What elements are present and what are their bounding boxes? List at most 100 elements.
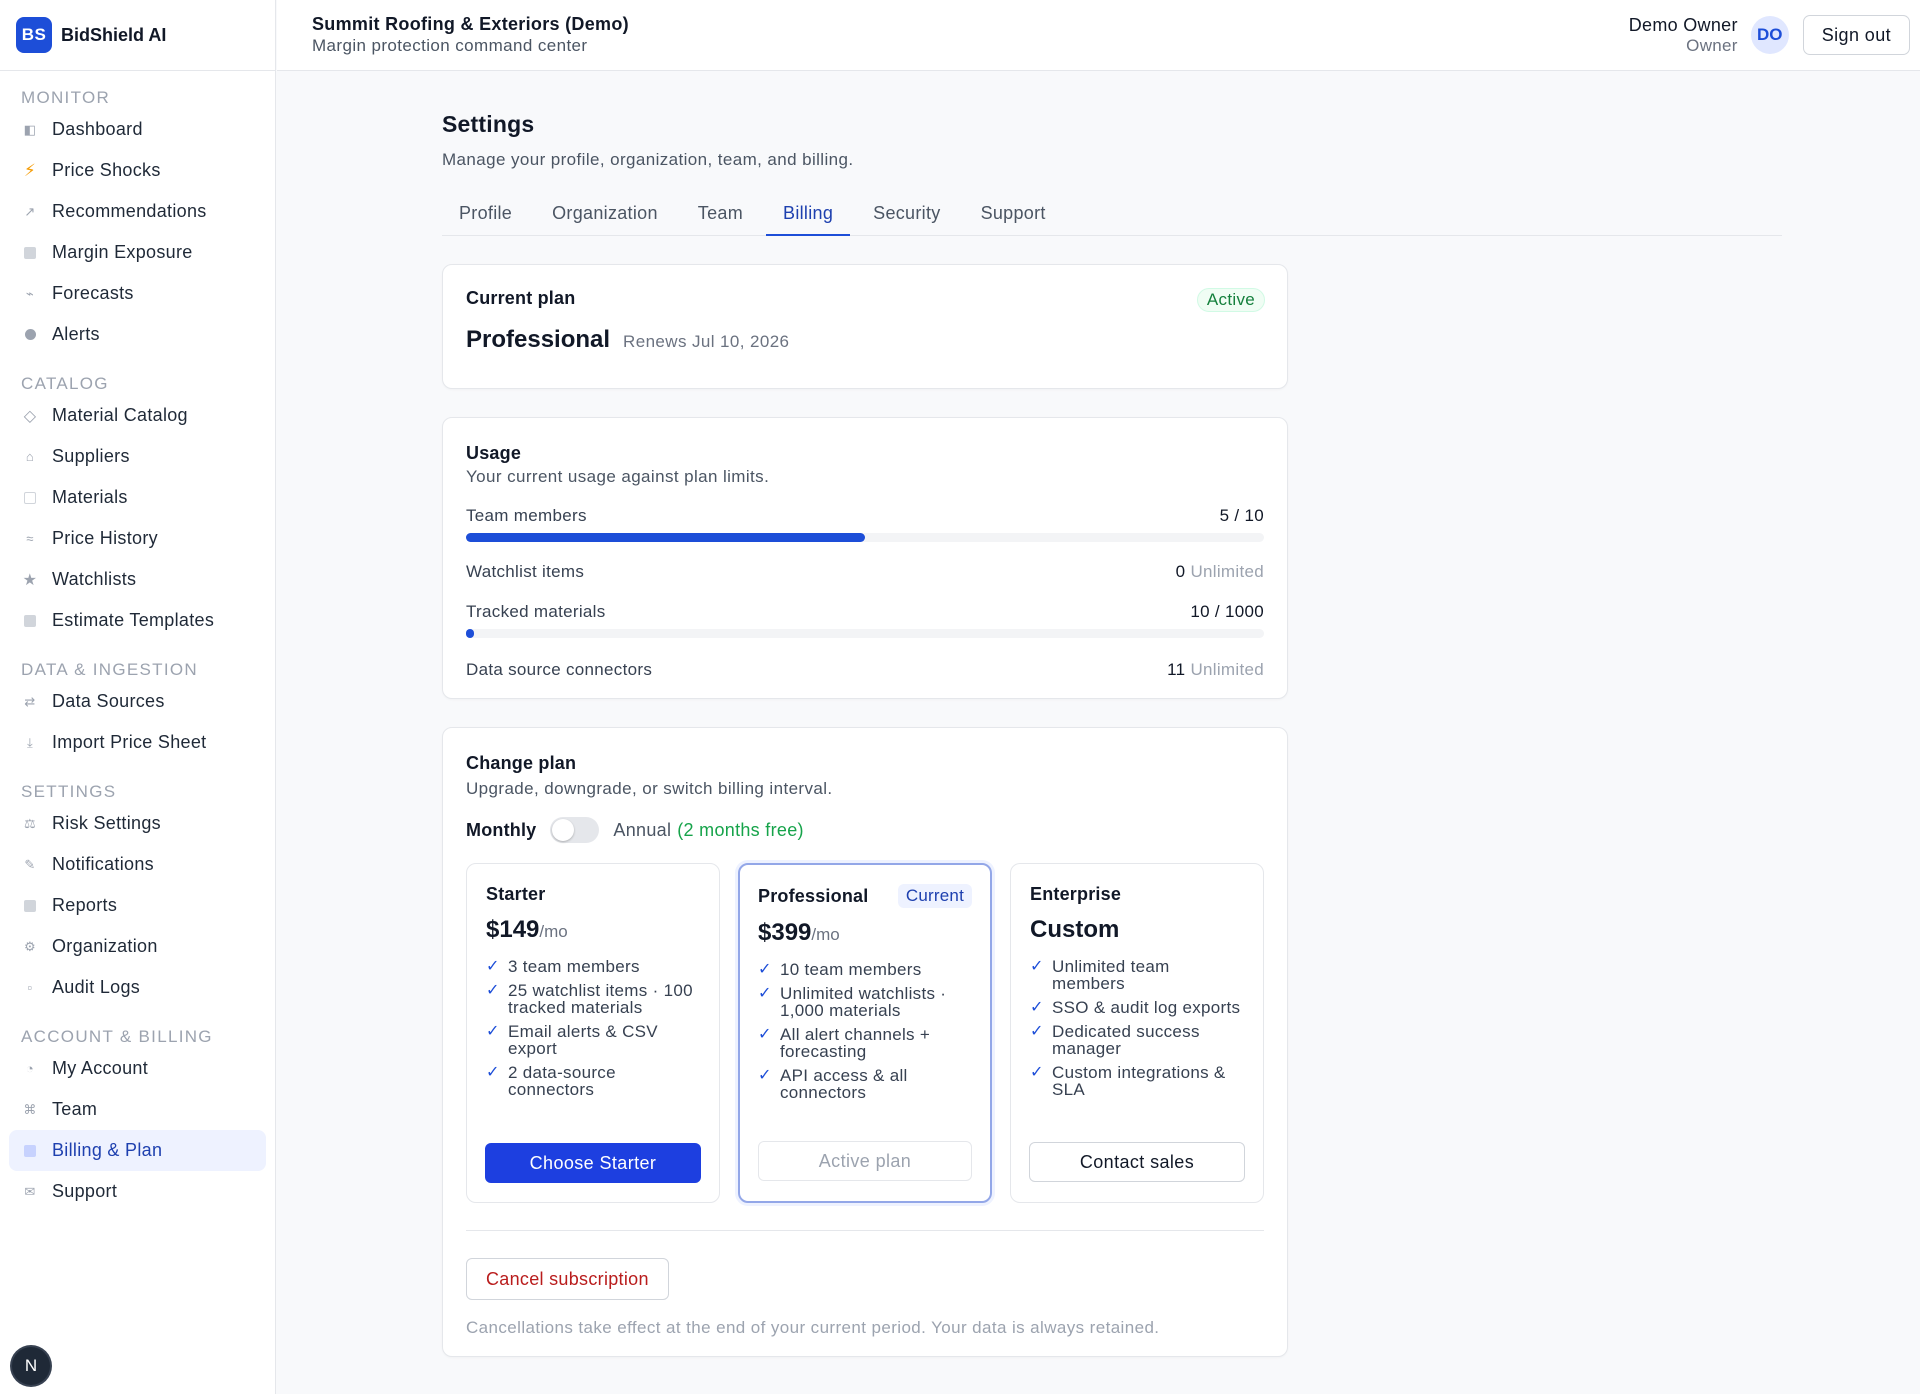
sidebar-item-organization[interactable]: ⚙ Organization	[9, 926, 266, 967]
plan-name: Professional	[466, 326, 611, 353]
sidebar-item-label: Organization	[52, 936, 158, 956]
trend-icon: ⌁	[25, 285, 35, 301]
tab-billing[interactable]: Billing	[766, 194, 851, 236]
sidebar-item-materials[interactable]: Materials	[9, 477, 266, 518]
billing-interval-toggle[interactable]	[550, 817, 600, 843]
pen-icon: ✎	[24, 856, 36, 872]
list-item: ✓ 3 team members	[486, 958, 700, 975]
sidebar-item-material-catalog[interactable]: ◇ Material Catalog	[9, 395, 266, 436]
feature-text: Email alerts & CSV export	[508, 1022, 658, 1058]
check-icon: ✓	[1030, 1023, 1044, 1040]
sidebar-item-suppliers[interactable]: ⌂ Suppliers	[9, 436, 266, 477]
avatar[interactable]: DO	[1750, 16, 1789, 54]
check-icon: ✓	[486, 982, 500, 999]
tab-security[interactable]: Security	[856, 194, 957, 236]
plan-price-period: /mo	[811, 925, 840, 944]
settings-tabs: Profile Organization Team Billing Securi…	[442, 194, 1782, 236]
contact-sales-button[interactable]: Contact sales	[1029, 1142, 1245, 1182]
sidebar-item-audit-logs[interactable]: ▫ Audit Logs	[9, 967, 266, 1008]
sidebar-item-alerts[interactable]: Alerts	[9, 314, 266, 355]
sidebar-item-reports[interactable]: Reports	[9, 885, 266, 926]
main-content: Settings Manage your profile, organizati…	[442, 71, 1782, 1357]
sidebar-item-price-history[interactable]: ≈ Price History	[9, 518, 266, 559]
sidebar-item-label: Recommendations	[52, 201, 207, 221]
sidebar-item-team[interactable]: ⌘ Team	[9, 1089, 266, 1130]
list-item: ✓ Custom integrations & SLA	[1030, 1064, 1244, 1098]
home-icon: ⌂	[25, 449, 35, 464]
plan-price-amount: $399	[758, 919, 812, 946]
sidebar-item-data-sources[interactable]: ⇄ Data Sources	[9, 681, 266, 722]
usage-value-group: 11 Unlimited	[1167, 660, 1264, 680]
list-item: ✓ Dedicated success manager	[1030, 1023, 1244, 1057]
divider	[466, 1230, 1264, 1231]
usage-label: Team members	[466, 506, 587, 525]
brand-name: BidShield AI	[61, 24, 167, 45]
sidebar-item-risk-settings[interactable]: ⚖ Risk Settings	[9, 803, 266, 844]
header-user-area: Demo Owner Owner DO Sign out	[1629, 15, 1910, 56]
sidebar-item-label: Watchlists	[52, 569, 137, 589]
brand[interactable]: BS BidShield AI	[0, 0, 275, 71]
tab-profile[interactable]: Profile	[442, 194, 529, 236]
change-plan-card: Change plan Upgrade, downgrade, or switc…	[442, 727, 1288, 1357]
dashboard-icon: ◧	[23, 121, 37, 137]
sidebar-item-price-shocks[interactable]: ⚡ Price Shocks	[9, 150, 266, 191]
annual-label: Annual	[613, 819, 672, 840]
tab-support[interactable]: Support	[964, 194, 1063, 236]
choose-starter-button[interactable]: Choose Starter	[485, 1143, 701, 1183]
sidebar-item-recommendations[interactable]: ↗ Recommendations	[9, 191, 266, 232]
cancel-note: Cancellations take effect at the end of …	[466, 1318, 1160, 1337]
sidebar-item-forecasts[interactable]: ⌁ Forecasts	[9, 273, 266, 314]
sidebar-item-label: Support	[52, 1181, 118, 1201]
sidebar-item-label: Audit Logs	[52, 977, 141, 997]
list-item: ✓ API access & all connectors	[758, 1067, 972, 1101]
plan-card-price: $149/mo	[486, 916, 700, 944]
download-icon: ⤓	[26, 734, 34, 750]
usage-value: 0	[1175, 562, 1186, 581]
sidebar-item-estimate-templates[interactable]: Estimate Templates	[9, 600, 266, 641]
brand-logo: BS	[16, 17, 52, 53]
check-icon: ✓	[1030, 958, 1044, 975]
change-plan-title: Change plan	[466, 753, 577, 773]
sidebar-item-billing-plan[interactable]: Billing & Plan	[9, 1130, 266, 1171]
user-icon: ◔	[25, 1061, 35, 1076]
sidebar-item-import-price-sheet[interactable]: ⤓ Import Price Sheet	[9, 722, 266, 763]
sidebar-item-notifications[interactable]: ✎ Notifications	[9, 844, 266, 885]
dev-tools-badge[interactable]: N	[12, 1347, 50, 1385]
user-role: Owner	[1686, 35, 1738, 55]
usage-row-tracked-materials: Tracked materials 10 / 1000	[466, 602, 1264, 622]
tab-team[interactable]: Team	[681, 194, 760, 236]
nav-section-title: ACCOUNT & BILLING	[21, 1027, 213, 1046]
usage-card: Usage Your current usage against plan li…	[442, 417, 1288, 699]
org-name: Summit Roofing & Exteriors (Demo)	[312, 14, 629, 34]
usage-bar-tracked-materials	[466, 629, 1264, 638]
plan-card-starter: Starter $149/mo ✓ 3 team members ✓ 25 watc…	[466, 863, 720, 1203]
tab-organization[interactable]: Organization	[535, 194, 675, 236]
sidebar-item-my-account[interactable]: ◔ My Account	[9, 1048, 266, 1089]
plan-card-header: Professional Current	[758, 884, 972, 908]
nav-section-title: DATA & INGESTION	[21, 660, 198, 679]
sidebar-item-label: Alerts	[52, 324, 100, 344]
approx-icon: ≈	[26, 531, 34, 546]
feature-text: Unlimited team members	[1052, 957, 1170, 993]
plan-card-header: Enterprise	[1030, 884, 1244, 905]
sidebar-item-label: My Account	[52, 1058, 149, 1078]
sidebar-item-label: Material Catalog	[52, 405, 188, 425]
feature-text: Unlimited watchlists · 1,000 materials	[780, 984, 947, 1020]
sidebar-item-label: Price History	[52, 528, 158, 548]
sidebar-item-watchlists[interactable]: ★ Watchlists	[9, 559, 266, 600]
plan-price-amount: Custom	[1030, 916, 1120, 943]
plan-options: Starter $149/mo ✓ 3 team members ✓ 25 watc…	[466, 863, 1264, 1203]
top-header: Summit Roofing & Exteriors (Demo) Margin…	[277, 0, 1920, 71]
sidebar-item-support[interactable]: ✉ Support	[9, 1171, 266, 1212]
cancel-subscription-button[interactable]: Cancel subscription	[466, 1258, 669, 1300]
plan-card-name: Enterprise	[1030, 884, 1122, 904]
list-item: ✓ Unlimited watchlists · 1,000 materials	[758, 985, 972, 1019]
sidebar-item-dashboard[interactable]: ◧ Dashboard	[9, 109, 266, 150]
sidebar-item-margin-exposure[interactable]: Margin Exposure	[9, 232, 266, 273]
report-icon	[21, 897, 39, 915]
active-plan-button[interactable]: Active plan	[758, 1141, 972, 1181]
usage-description: Your current usage against plan limits.	[466, 467, 770, 486]
usage-bar-fill	[466, 533, 865, 542]
sign-out-button[interactable]: Sign out	[1802, 15, 1910, 55]
org-block: Summit Roofing & Exteriors (Demo) Margin…	[312, 14, 629, 56]
